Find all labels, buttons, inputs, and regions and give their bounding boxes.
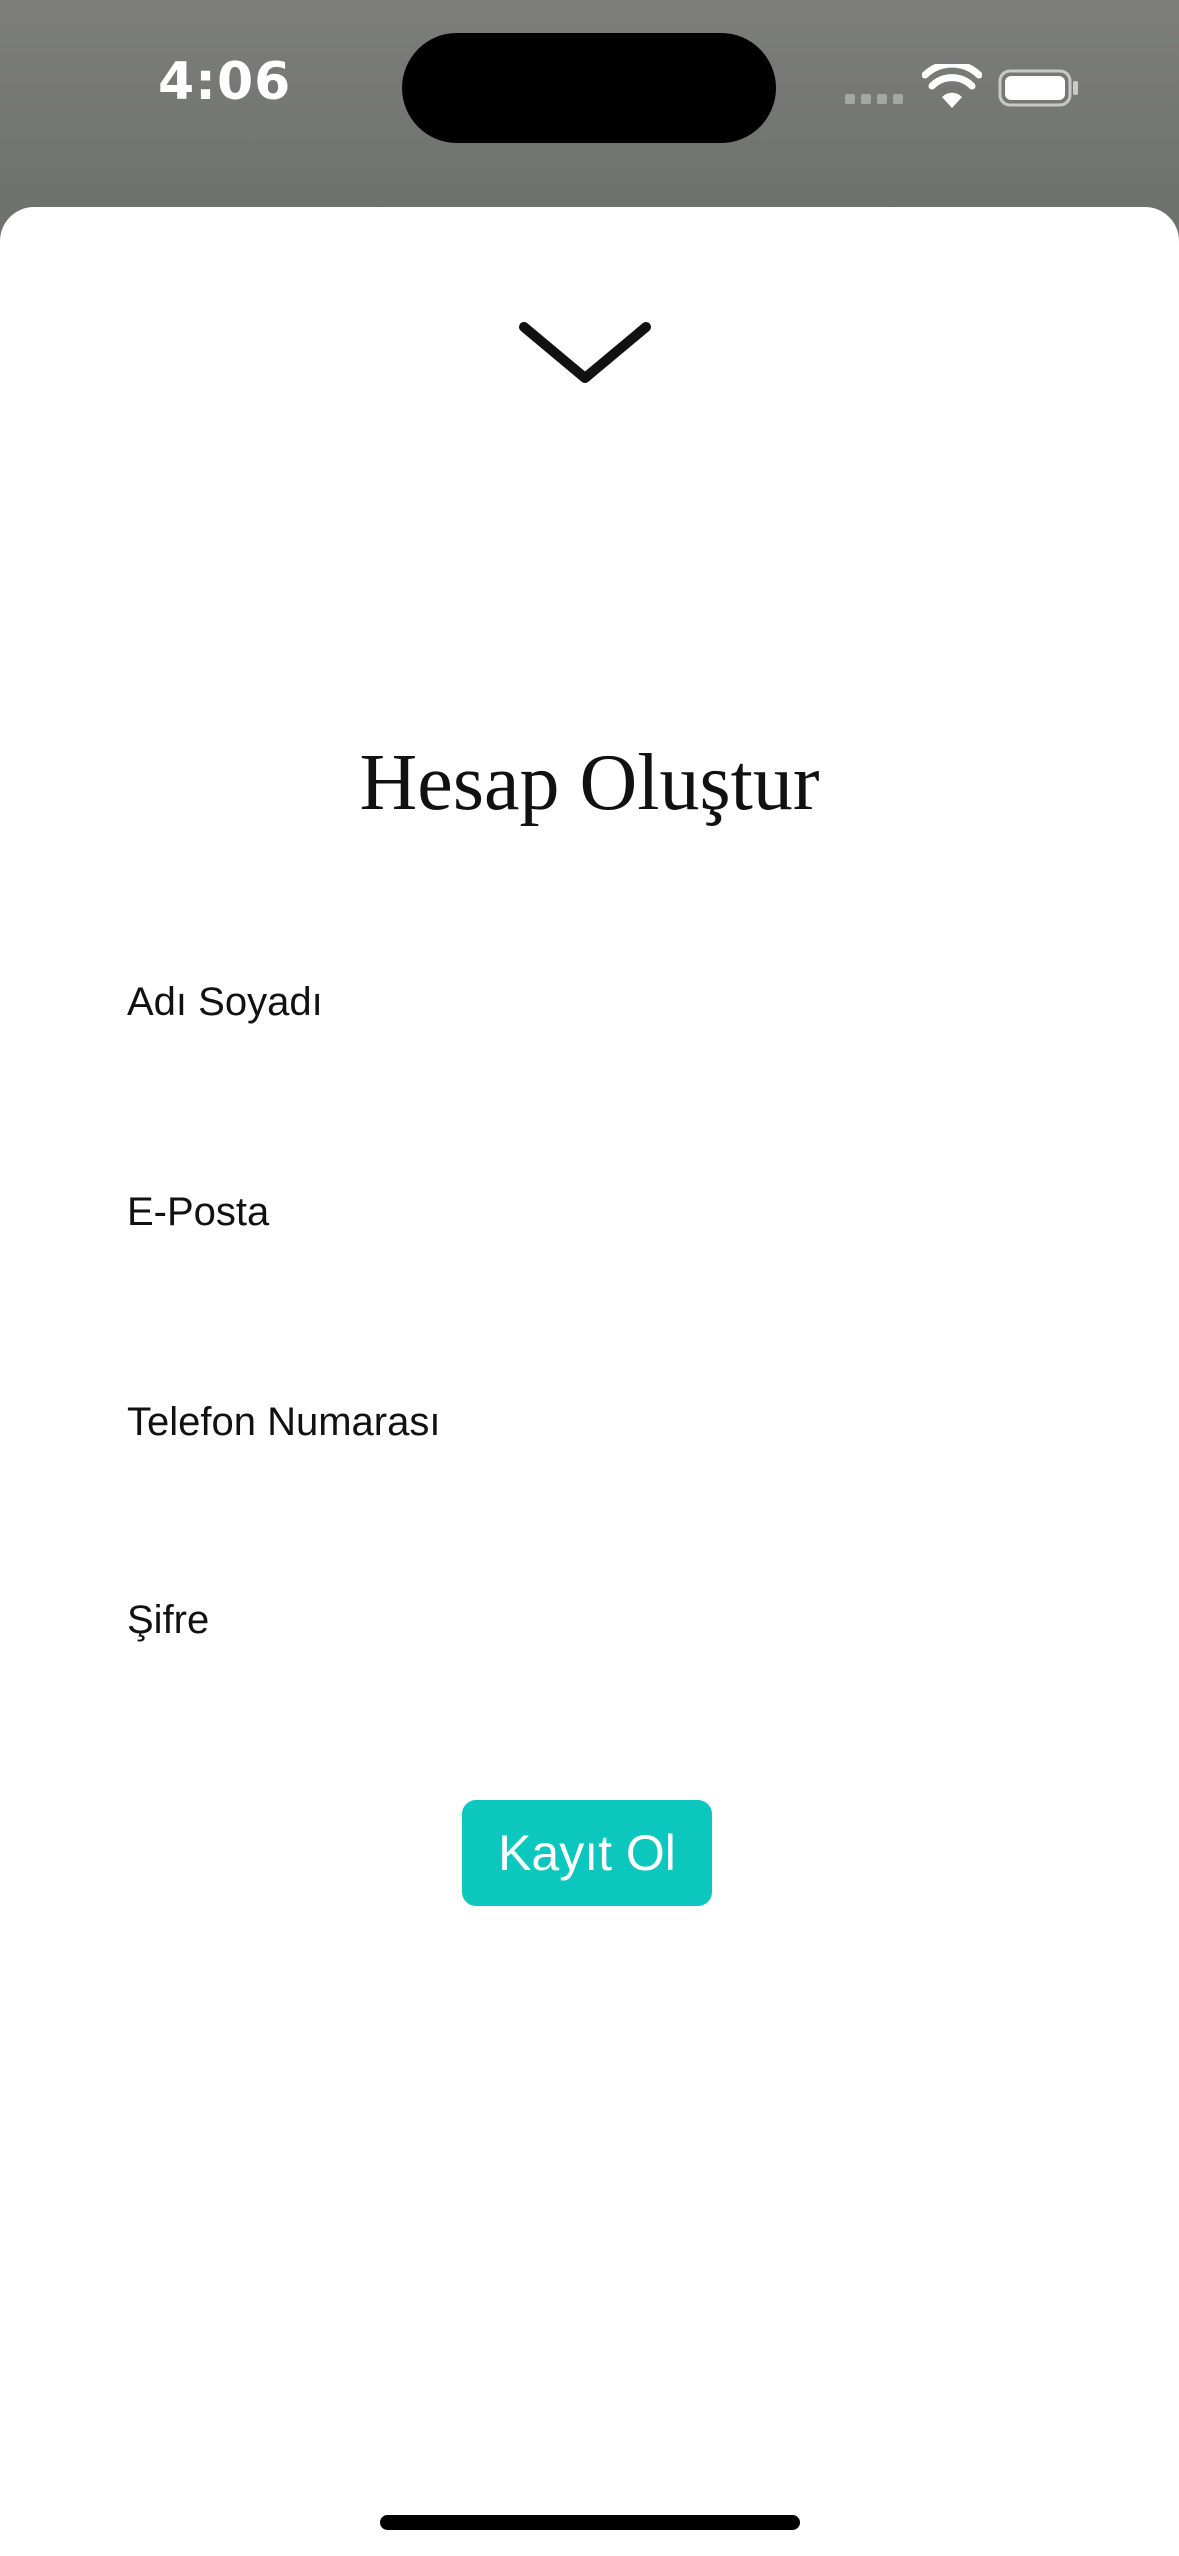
email-placeholder: E-Posta — [127, 1190, 270, 1234]
phone-field[interactable]: Telefon Numarası — [127, 1400, 1057, 1500]
full-name-placeholder: Adı Soyadı — [127, 980, 323, 1024]
battery-icon — [998, 69, 1078, 107]
phone-placeholder: Telefon Numarası — [127, 1400, 441, 1444]
home-indicator[interactable] — [380, 2515, 800, 2530]
register-button[interactable]: Kayıt Ol — [462, 1800, 712, 1906]
status-bar: 4:06 — [0, 0, 1179, 200]
dynamic-island — [402, 33, 776, 143]
password-field[interactable]: Şifre — [127, 1598, 1057, 1698]
password-placeholder: Şifre — [127, 1598, 210, 1642]
cellular-signal-icon — [845, 94, 903, 104]
chevron-down-icon[interactable] — [518, 317, 652, 389]
status-time: 4:06 — [158, 52, 292, 112]
full-name-field[interactable]: Adı Soyadı — [127, 980, 1057, 1080]
signup-sheet — [0, 207, 1179, 2556]
wifi-icon — [922, 64, 982, 108]
email-field[interactable]: E-Posta — [127, 1190, 1057, 1290]
page-title: Hesap Oluştur — [359, 739, 820, 827]
